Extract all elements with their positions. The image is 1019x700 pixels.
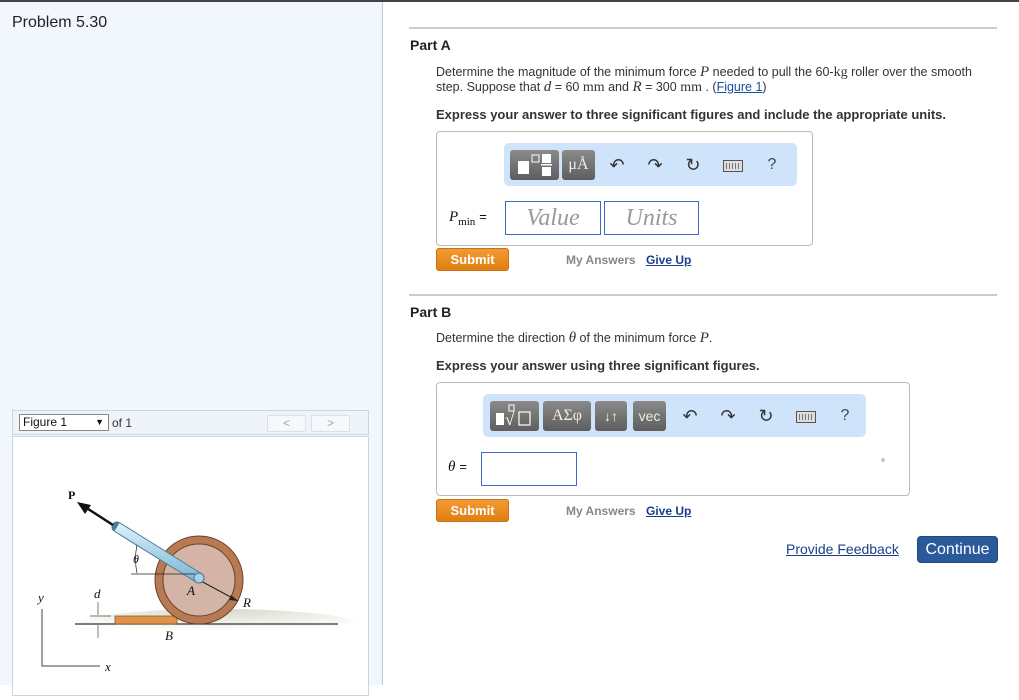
part-b-instruction: Express your answer using three signific… <box>436 358 760 373</box>
equals-sign: = <box>479 209 487 224</box>
var-P: P <box>700 64 710 80</box>
unit-kg: kg <box>833 65 848 80</box>
question-text: = 300 <box>641 80 681 94</box>
figure-select[interactable]: Figure 1 ▼ <box>19 414 109 431</box>
theta-label: θ = <box>448 459 467 476</box>
part-b-title: Part B <box>410 304 452 320</box>
coordinate-axes <box>41 609 100 667</box>
figure-select-value: Figure 1 <box>23 415 68 429</box>
part-b-answer-box: √ ΑΣφ ↓↑ vec ↶ ↷ ↻ ? θ = ° <box>436 382 910 496</box>
label-R: R <box>242 595 251 610</box>
units-input[interactable]: Units <box>604 201 699 235</box>
reset-icon[interactable]: ↻ <box>681 153 705 177</box>
previous-figure-button[interactable]: < <box>267 415 306 432</box>
var-theta: θ <box>568 330 577 346</box>
part-a-instruction: Express your answer to three significant… <box>436 107 946 122</box>
undo-icon[interactable]: ↶ <box>605 153 629 177</box>
keyboard-icon[interactable] <box>796 411 816 423</box>
label-x: x <box>104 659 111 674</box>
question-text: = 60 <box>551 80 583 94</box>
question-text: Determine the magnitude of the minimum f… <box>436 65 701 79</box>
var-R: R <box>632 79 642 95</box>
question-text: ) <box>762 80 767 94</box>
continue-button[interactable]: Continue <box>917 536 998 563</box>
next-figure-button[interactable]: > <box>311 415 350 432</box>
label-theta: θ <box>133 552 139 566</box>
unit-mm: mm <box>582 80 605 95</box>
force-arrowhead <box>77 502 91 514</box>
dropdown-arrow-icon: ▼ <box>95 417 104 427</box>
part-b-question: Determine the direction θ of the minimum… <box>436 331 712 346</box>
root-template-button[interactable]: √ <box>490 401 539 431</box>
part-a-give-up-link[interactable]: Give Up <box>646 253 691 267</box>
part-a-question: Determine the magnitude of the minimum f… <box>436 64 976 96</box>
undo-icon[interactable]: ↶ <box>678 404 702 428</box>
theta-input[interactable] <box>481 452 577 486</box>
part-a-my-answers[interactable]: My Answers <box>566 253 636 267</box>
units-button[interactable]: μÅ <box>562 150 595 180</box>
part-a-title: Part A <box>410 37 451 53</box>
step-block <box>114 615 178 625</box>
fraction-template-button[interactable] <box>510 150 559 180</box>
part-b-give-up-link[interactable]: Give Up <box>646 504 691 518</box>
value-input[interactable]: Value <box>505 201 601 235</box>
arrows-button[interactable]: ↓↑ <box>595 401 627 431</box>
force-arrow-shaft <box>84 505 114 527</box>
figure-image-area: P θ A R d B y x <box>12 436 369 696</box>
reset-icon[interactable]: ↻ <box>754 404 778 428</box>
figure-toolbar: Figure 1 ▼ of 1 < > <box>12 410 369 435</box>
figure-link[interactable]: Figure 1 <box>717 80 763 94</box>
degree-unit: ° <box>881 458 885 469</box>
label-subscript: min <box>458 216 476 228</box>
question-text: and <box>604 80 633 94</box>
root-template-icon: √ <box>496 404 531 429</box>
part-a-answer-box: μÅ ↶ ↷ ↻ ? Pmin = Value Units <box>436 131 813 246</box>
question-text: . <box>708 331 713 345</box>
problem-title: Problem 5.30 <box>12 14 108 31</box>
part-a-submit-button[interactable]: Submit <box>436 248 509 271</box>
provide-feedback-link[interactable]: Provide Feedback <box>786 541 899 557</box>
question-text: of the minimum force <box>576 331 700 345</box>
vector-button[interactable]: vec <box>633 401 666 431</box>
question-text: . ( <box>701 80 717 94</box>
part-b-submit-button[interactable]: Submit <box>436 499 509 522</box>
label-P: P <box>68 488 75 502</box>
part-a-divider <box>409 27 997 29</box>
label-var: P <box>449 209 459 225</box>
help-icon[interactable]: ? <box>760 153 784 177</box>
label-var: θ <box>448 459 456 475</box>
figure-count: of 1 <box>112 416 133 430</box>
questions-panel: Part A Determine the magnitude of the mi… <box>384 2 1019 685</box>
label-d: d <box>94 586 101 601</box>
redo-icon[interactable]: ↷ <box>716 404 740 428</box>
redo-icon[interactable]: ↷ <box>643 153 667 177</box>
part-b-divider <box>409 294 997 296</box>
keyboard-icon[interactable] <box>723 160 743 172</box>
label-B: B <box>165 628 173 643</box>
equals-sign: = <box>459 459 467 474</box>
var-P: P <box>699 330 709 346</box>
label-y: y <box>36 590 44 605</box>
part-b-math-toolbar: √ ΑΣφ ↓↑ vec ↶ ↷ ↻ ? <box>483 394 866 437</box>
label-A: A <box>186 583 195 598</box>
axle-pin <box>193 572 205 584</box>
part-a-math-toolbar: μÅ ↶ ↷ ↻ ? <box>504 143 797 186</box>
unit-mm: mm <box>680 80 702 95</box>
chevron-right-icon: > <box>326 416 334 430</box>
greek-symbols-button[interactable]: ΑΣφ <box>543 401 591 431</box>
chevron-left-icon: < <box>282 416 290 430</box>
roller-figure: P θ A R d B y x <box>36 488 358 674</box>
help-icon[interactable]: ? <box>833 404 857 428</box>
question-text: needed to pull the 60- <box>709 65 834 79</box>
svg-text:√: √ <box>505 410 515 429</box>
template-icon <box>518 154 552 176</box>
question-text: Determine the direction <box>436 331 569 345</box>
problem-panel: Problem 5.30 Figure 1 ▼ of 1 < > P θ A R… <box>0 2 383 696</box>
p-min-label: Pmin = <box>449 209 487 228</box>
part-b-my-answers[interactable]: My Answers <box>566 504 636 518</box>
